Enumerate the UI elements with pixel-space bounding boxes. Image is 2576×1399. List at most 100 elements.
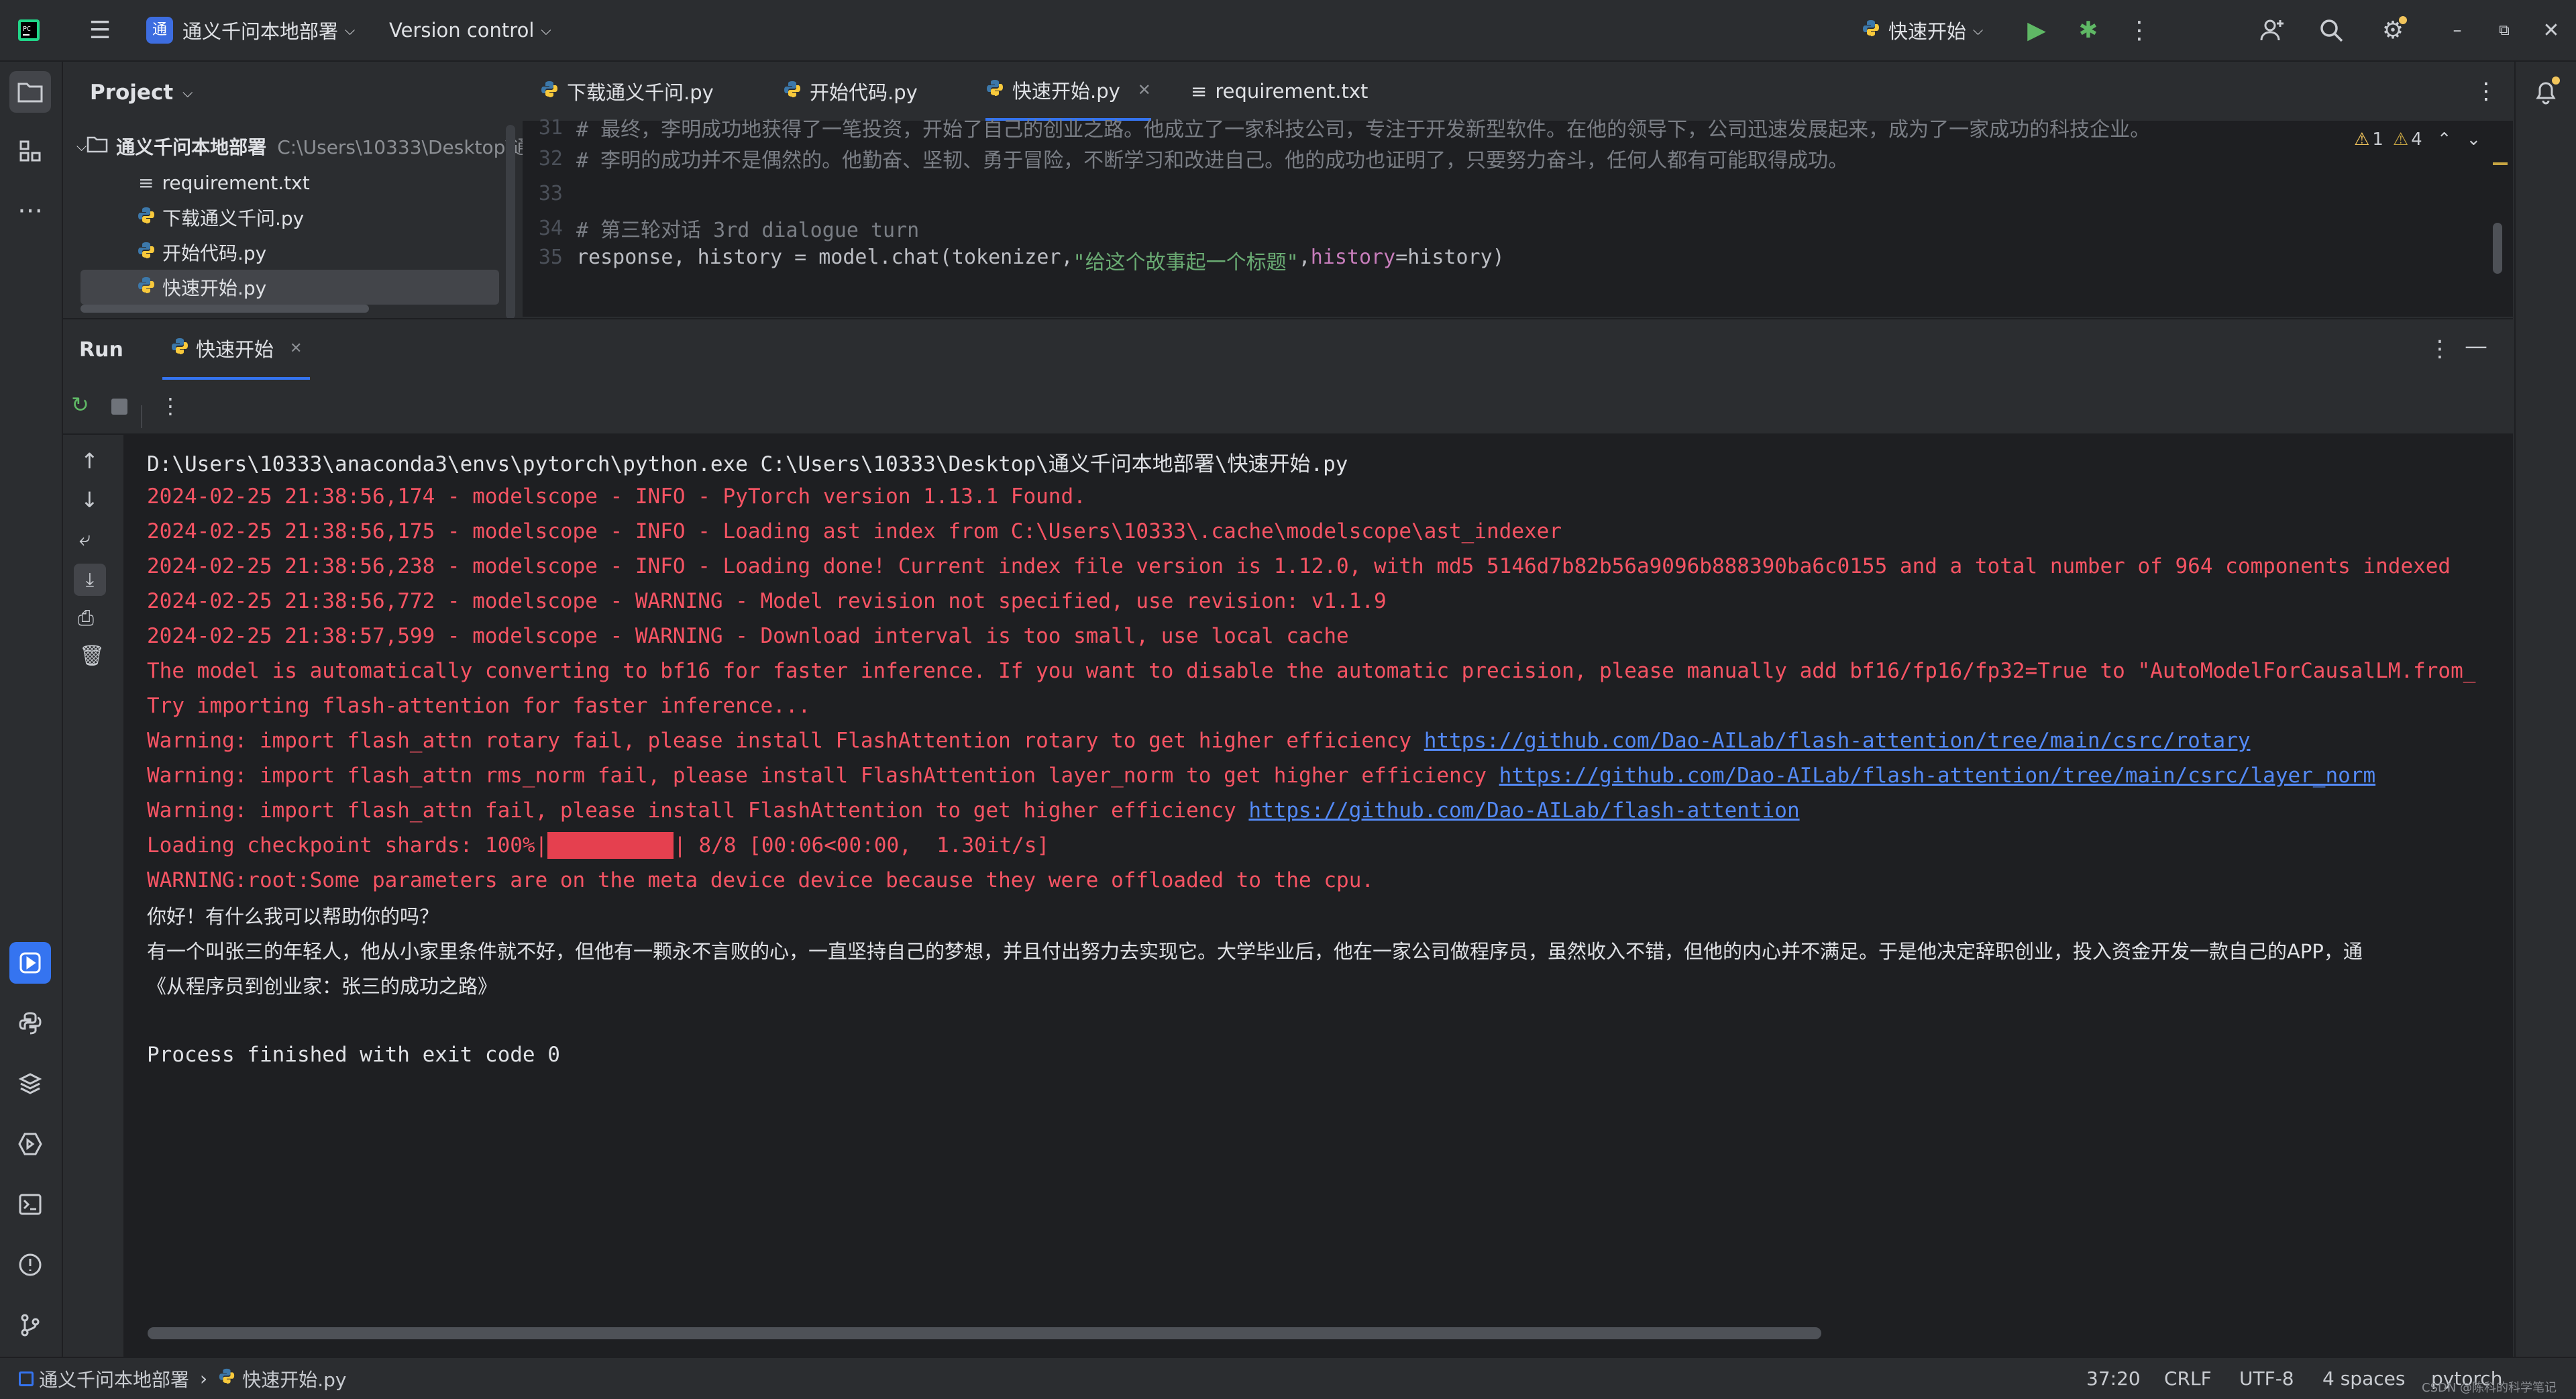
tree-file-requirement[interactable]: ≡ requirement.txt xyxy=(63,165,521,200)
scroll-up-icon[interactable]: ↑ xyxy=(80,448,99,474)
tab-download[interactable]: 下载通义千问.py xyxy=(540,62,714,121)
horizontal-scrollbar[interactable] xyxy=(80,305,369,313)
weak-warning-icon: ⚠ xyxy=(2392,129,2409,150)
code-line-32[interactable]: 32 # 李明的成功并不是偶然的。他勤奋、坚韧、勇于冒险，不断学习和改进自己。他… xyxy=(523,141,2513,176)
python-file-icon xyxy=(137,276,156,299)
tree-file-download[interactable]: 下载通义千问.py xyxy=(63,200,521,235)
tab-label: requirement.txt xyxy=(1215,80,1368,103)
run-tool-icon[interactable] xyxy=(9,942,51,984)
tab-quickstart-active[interactable]: 快速开始.py ✕ xyxy=(985,62,1151,121)
hide-panel-icon[interactable]: — xyxy=(2465,333,2487,360)
console-line: Warning: import flash_attn fail, please … xyxy=(147,793,1800,828)
more-actions-icon[interactable]: ⋮ xyxy=(2124,15,2155,46)
clear-trash-icon[interactable]: 🗑 xyxy=(79,644,105,668)
console-text: Loading checkpoint shards: 100%| xyxy=(147,833,548,858)
caret-position[interactable]: 37:20 xyxy=(2086,1358,2141,1399)
line-separator[interactable]: CRLF xyxy=(2164,1358,2212,1399)
debug-icon[interactable]: ✱ xyxy=(2073,15,2104,46)
chevron-up-icon[interactable]: ⌃ xyxy=(2437,129,2452,150)
project-panel-header[interactable]: Project ⌵ xyxy=(90,62,193,123)
warning-icon: ⚠ xyxy=(2354,129,2370,150)
tab-options-icon[interactable]: ⋮ xyxy=(2475,62,2498,121)
problems-icon[interactable] xyxy=(9,1244,51,1286)
line-number: 35 xyxy=(538,246,563,269)
python-console-icon[interactable] xyxy=(9,1002,51,1044)
run-config-selector[interactable]: 快速开始 ⌵ xyxy=(1862,0,1983,60)
python-file-icon xyxy=(218,1367,235,1390)
console-horizontal-scrollbar[interactable] xyxy=(148,1327,1821,1339)
code-line-33[interactable]: 33 xyxy=(523,176,2513,211)
vertical-scrollbar[interactable] xyxy=(506,125,515,319)
console-link[interactable]: https://github.com/Dao-AILab/flash-atten… xyxy=(1424,729,2251,753)
search-icon[interactable] xyxy=(2316,15,2347,46)
scroll-down-icon[interactable]: ↓ xyxy=(80,487,99,513)
python-file-icon xyxy=(170,337,189,360)
pycharm-logo-icon[interactable]: PC xyxy=(13,15,44,46)
structure-icon[interactable] xyxy=(9,130,51,172)
code-line-31[interactable]: 31 # 最终，李明成功地获得了一笔投资，开始了自己的创业之路。他成立了一家科技… xyxy=(523,114,2513,142)
code-line-35[interactable]: 35 response, history = model.chat(tokeni… xyxy=(523,246,2513,272)
code-line-34[interactable]: 34 # 第三轮对话 3rd dialogue turn xyxy=(523,211,2513,246)
editor-scrollbar[interactable] xyxy=(2493,223,2502,274)
restore-icon[interactable]: ⧉ xyxy=(2489,15,2520,46)
warning-marker xyxy=(2493,162,2508,165)
project-selector[interactable]: 通 通义千问本地部署 ⌵ xyxy=(146,0,355,60)
text-file-icon: ≡ xyxy=(138,171,154,194)
right-tool-strip xyxy=(2514,62,2576,1357)
console-output[interactable]: D:\Users\10333\anaconda3\envs\pytorch\py… xyxy=(123,435,2513,1358)
python-file-icon xyxy=(137,206,156,229)
soft-wrap-icon[interactable]: ⤶ xyxy=(79,527,91,551)
console-line: 有一个叫张三的年轻人，他从小家里条件就不好，但他有一颗永不言败的心，一直坚持自己… xyxy=(147,940,2363,963)
inspection-widget[interactable]: ⚠ 1 ⚠ 4 ⌃ ⌄ xyxy=(2354,126,2481,153)
more-tools-icon[interactable]: ⋯ xyxy=(9,189,51,231)
console-line: Try importing flash-attention for faster… xyxy=(147,694,811,718)
run-tab-quickstart[interactable]: 快速开始 ✕ xyxy=(162,319,311,380)
console-line: Warning: import flash_attn rotary fail, … xyxy=(147,723,2250,758)
vcs-label: Version control xyxy=(389,19,535,42)
close-tab-icon[interactable]: ✕ xyxy=(290,340,302,357)
settings-gear-icon[interactable]: ⚙ xyxy=(2377,15,2408,46)
python-file-icon xyxy=(137,241,156,264)
project-folder-icon[interactable] xyxy=(9,71,51,113)
code-text: =history) xyxy=(1395,246,1505,269)
indent-setting[interactable]: 4 spaces xyxy=(2322,1358,2405,1399)
console-line: Loading checkpoint shards: 100%| | 8/8 [0… xyxy=(147,828,1049,863)
tab-requirement[interactable]: ≡ requirement.txt xyxy=(1191,62,1368,121)
code-text: # 最终，李明成功地获得了一笔投资，开始了自己的创业之路。他成立了一家科技公司，… xyxy=(576,118,2151,141)
main-menu-icon[interactable]: ☰ xyxy=(85,15,115,46)
layers-icon[interactable] xyxy=(9,1063,51,1104)
tab-label: 开始代码.py xyxy=(810,81,918,104)
version-control-menu[interactable]: Version control ⌵ xyxy=(389,0,551,60)
tree-root-folder[interactable]: ⌵ 通义千问本地部署 C:\Users\10333\Desktop\通义千问本地… xyxy=(63,129,662,164)
console-line: The model is automatically converting to… xyxy=(147,659,2476,683)
more-run-actions-icon[interactable]: ⋮ xyxy=(160,393,181,419)
breadcrumb-file[interactable]: 快速开始.py xyxy=(242,1365,346,1392)
close-tab-icon[interactable]: ✕ xyxy=(1138,81,1151,99)
stop-icon[interactable] xyxy=(111,399,127,415)
git-branch-icon[interactable] xyxy=(9,1304,51,1346)
services-icon[interactable] xyxy=(9,1123,51,1165)
close-window-icon[interactable]: ✕ xyxy=(2536,15,2567,46)
status-bar: 通义千问本地部署 › 快速开始.py 37:20 CRLF UTF-8 4 sp… xyxy=(0,1357,2576,1399)
print-icon[interactable]: ⎙ xyxy=(78,607,94,630)
rerun-icon[interactable]: ↻ xyxy=(71,392,89,417)
tab-start-code[interactable]: 开始代码.py xyxy=(783,62,918,121)
tree-file-quickstart[interactable]: 快速开始.py xyxy=(80,270,499,305)
notifications-bell-icon[interactable] xyxy=(2525,71,2567,113)
tree-file-start-code[interactable]: 开始代码.py xyxy=(63,235,521,270)
chevron-down-icon[interactable]: ⌄ xyxy=(2467,129,2481,150)
minimize-icon[interactable]: – xyxy=(2442,15,2473,46)
console-text: Warning: import flash_attn fail, please … xyxy=(147,798,1249,823)
file-encoding[interactable]: UTF-8 xyxy=(2239,1358,2294,1399)
run-icon[interactable]: ▶ xyxy=(2021,15,2052,46)
editor-tab-bar: 下载通义千问.py 开始代码.py 快速开始.py ✕ ≡ requiremen… xyxy=(523,62,2513,122)
console-link[interactable]: https://github.com/Dao-AILab/flash-atten… xyxy=(1499,764,2375,788)
breadcrumb-project[interactable]: 通义千问本地部署 xyxy=(39,1365,189,1392)
terminal-icon[interactable] xyxy=(9,1184,51,1225)
tab-label: 下载通义千问.py xyxy=(567,81,714,104)
run-options-icon[interactable]: ⋮ xyxy=(2428,335,2451,362)
console-link[interactable]: https://github.com/Dao-AILab/flash-atten… xyxy=(1248,798,1799,823)
add-user-icon[interactable] xyxy=(2257,15,2288,46)
scroll-to-end-icon[interactable]: ⤓ xyxy=(74,564,106,596)
chevron-right-icon: › xyxy=(200,1367,208,1390)
